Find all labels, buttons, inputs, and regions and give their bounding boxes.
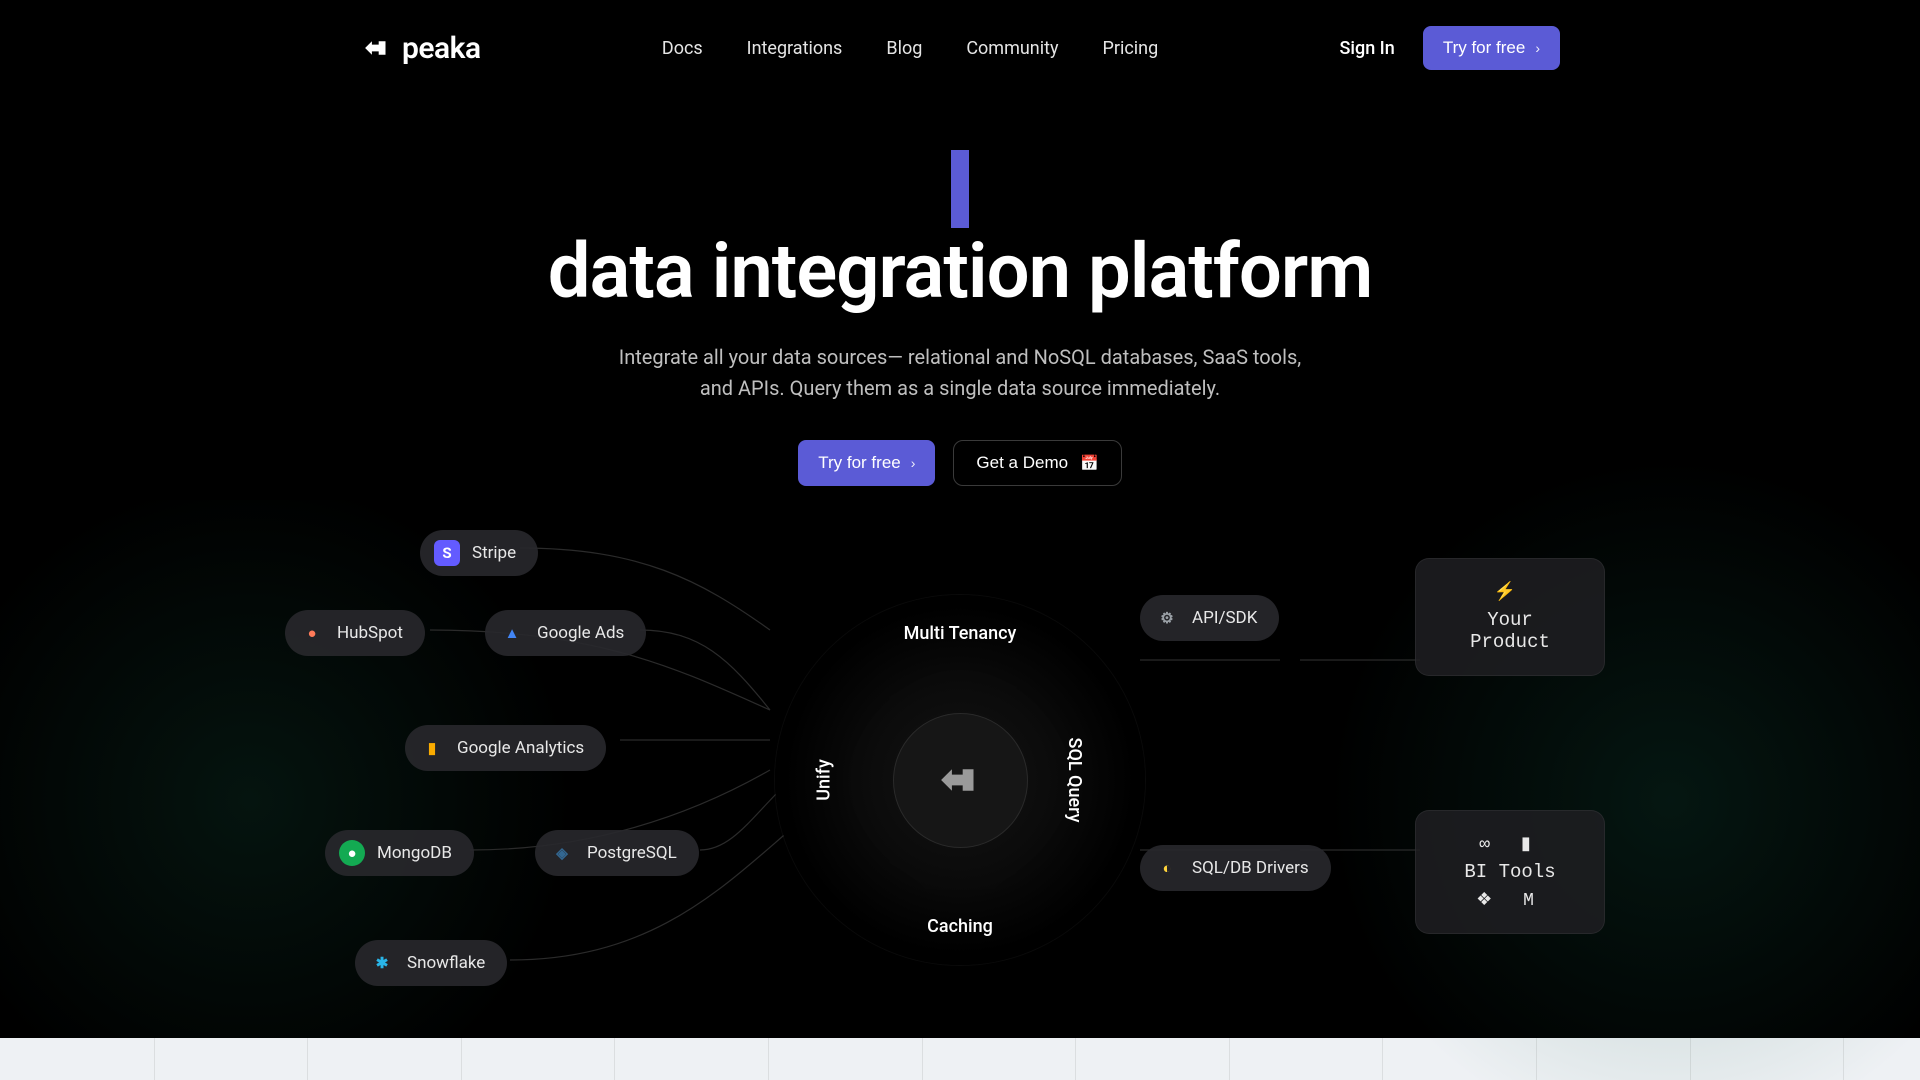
pill-label: MongoDB bbox=[377, 843, 452, 863]
source-pill-hubspot: ● HubSpot bbox=[285, 610, 425, 656]
output-pill-api-sdk: ⚙ API/SDK bbox=[1140, 595, 1279, 641]
source-pill-snowflake: ✱ Snowflake bbox=[355, 940, 507, 986]
nav-item-integrations[interactable]: Integrations bbox=[747, 38, 843, 59]
hero-try-free-button[interactable]: Try for free › bbox=[798, 440, 935, 486]
nav-right: Sign In Try for free › bbox=[1340, 26, 1560, 70]
integration-diagram: S Stripe ● HubSpot ▲ Google Ads ▮ Google… bbox=[0, 510, 1920, 1030]
nav-item-community[interactable]: Community bbox=[966, 38, 1058, 59]
nav-try-free-label: Try for free bbox=[1443, 38, 1526, 58]
hero-subtext: Integrate all your data sources— relatio… bbox=[615, 342, 1305, 404]
pill-label: HubSpot bbox=[337, 623, 403, 643]
panel-your-product-label: Your Product bbox=[1446, 609, 1574, 653]
google-analytics-icon: ▮ bbox=[419, 735, 445, 761]
gear-icon: ⚙ bbox=[1154, 605, 1180, 631]
logo-mark-icon bbox=[360, 31, 394, 65]
hero-try-free-label: Try for free bbox=[818, 453, 901, 473]
calendar-icon: 📅 bbox=[1080, 454, 1099, 472]
source-pill-mongodb: ● MongoDB bbox=[325, 830, 474, 876]
hero-cta-row: Try for free › Get a Demo 📅 bbox=[0, 440, 1920, 486]
ring-label-sqlquery: SQL Query bbox=[1064, 738, 1085, 823]
stripe-icon: S bbox=[434, 540, 460, 566]
logo[interactable]: peaka bbox=[360, 31, 481, 66]
pill-label: SQL/DB Drivers bbox=[1192, 858, 1309, 878]
nav-try-free-button[interactable]: Try for free › bbox=[1423, 26, 1560, 70]
pill-label: PostgreSQL bbox=[587, 843, 677, 863]
hero: data integration platform Integrate all … bbox=[0, 150, 1920, 486]
python-icon: ◐ bbox=[1154, 855, 1180, 881]
output-pill-sql-drivers: ◐ SQL/DB Drivers bbox=[1140, 845, 1331, 891]
bottom-strip bbox=[0, 1038, 1920, 1080]
chevron-right-icon: › bbox=[911, 455, 916, 471]
panel-your-product: ⚡ Your Product bbox=[1415, 558, 1605, 676]
nav-item-docs[interactable]: Docs bbox=[662, 38, 703, 59]
mongodb-icon: ● bbox=[339, 840, 365, 866]
nav-item-pricing[interactable]: Pricing bbox=[1103, 38, 1159, 59]
panel-bi-tools-label: BI Tools bbox=[1446, 861, 1574, 883]
bi-icons-row-2: ❖ M bbox=[1446, 889, 1574, 911]
pill-label: API/SDK bbox=[1192, 608, 1257, 628]
hero-get-demo-label: Get a Demo bbox=[976, 453, 1068, 473]
bolt-icon: ⚡ bbox=[1446, 581, 1574, 603]
sign-in-link[interactable]: Sign In bbox=[1340, 38, 1395, 59]
top-nav: peaka Docs Integrations Blog Community P… bbox=[0, 0, 1920, 70]
ring-label-unify: Unify bbox=[813, 759, 834, 801]
nav-item-blog[interactable]: Blog bbox=[886, 38, 922, 59]
pill-label: Google Ads bbox=[537, 623, 624, 643]
typing-cursor bbox=[0, 150, 1920, 224]
chevron-right-icon: › bbox=[1535, 40, 1540, 56]
hubspot-icon: ● bbox=[299, 620, 325, 646]
google-ads-icon: ▲ bbox=[499, 620, 525, 646]
nav-links: Docs Integrations Blog Community Pricing bbox=[662, 38, 1158, 59]
logo-text: peaka bbox=[402, 31, 481, 66]
panel-bi-tools: ∞ ▮ BI Tools ❖ M bbox=[1415, 810, 1605, 934]
hero-get-demo-button[interactable]: Get a Demo 📅 bbox=[953, 440, 1121, 486]
core-ring: Multi Tenancy Caching Unify SQL Query bbox=[775, 595, 1145, 965]
pill-label: Snowflake bbox=[407, 953, 485, 973]
source-pill-google-ads: ▲ Google Ads bbox=[485, 610, 646, 656]
hero-headline: data integration platform bbox=[0, 232, 1920, 312]
ring-core bbox=[893, 713, 1028, 848]
ring-label-caching: Caching bbox=[927, 916, 993, 937]
ring-label-multitenancy: Multi Tenancy bbox=[904, 623, 1017, 644]
source-pill-postgresql: ◈ PostgreSQL bbox=[535, 830, 699, 876]
source-pill-stripe: S Stripe bbox=[420, 530, 538, 576]
bi-icons-row-1: ∞ ▮ bbox=[1446, 833, 1574, 855]
peaka-core-icon bbox=[933, 753, 987, 807]
postgresql-icon: ◈ bbox=[549, 840, 575, 866]
source-pill-google-analytics: ▮ Google Analytics bbox=[405, 725, 606, 771]
snowflake-icon: ✱ bbox=[369, 950, 395, 976]
pill-label: Stripe bbox=[472, 543, 516, 563]
pill-label: Google Analytics bbox=[457, 738, 584, 758]
